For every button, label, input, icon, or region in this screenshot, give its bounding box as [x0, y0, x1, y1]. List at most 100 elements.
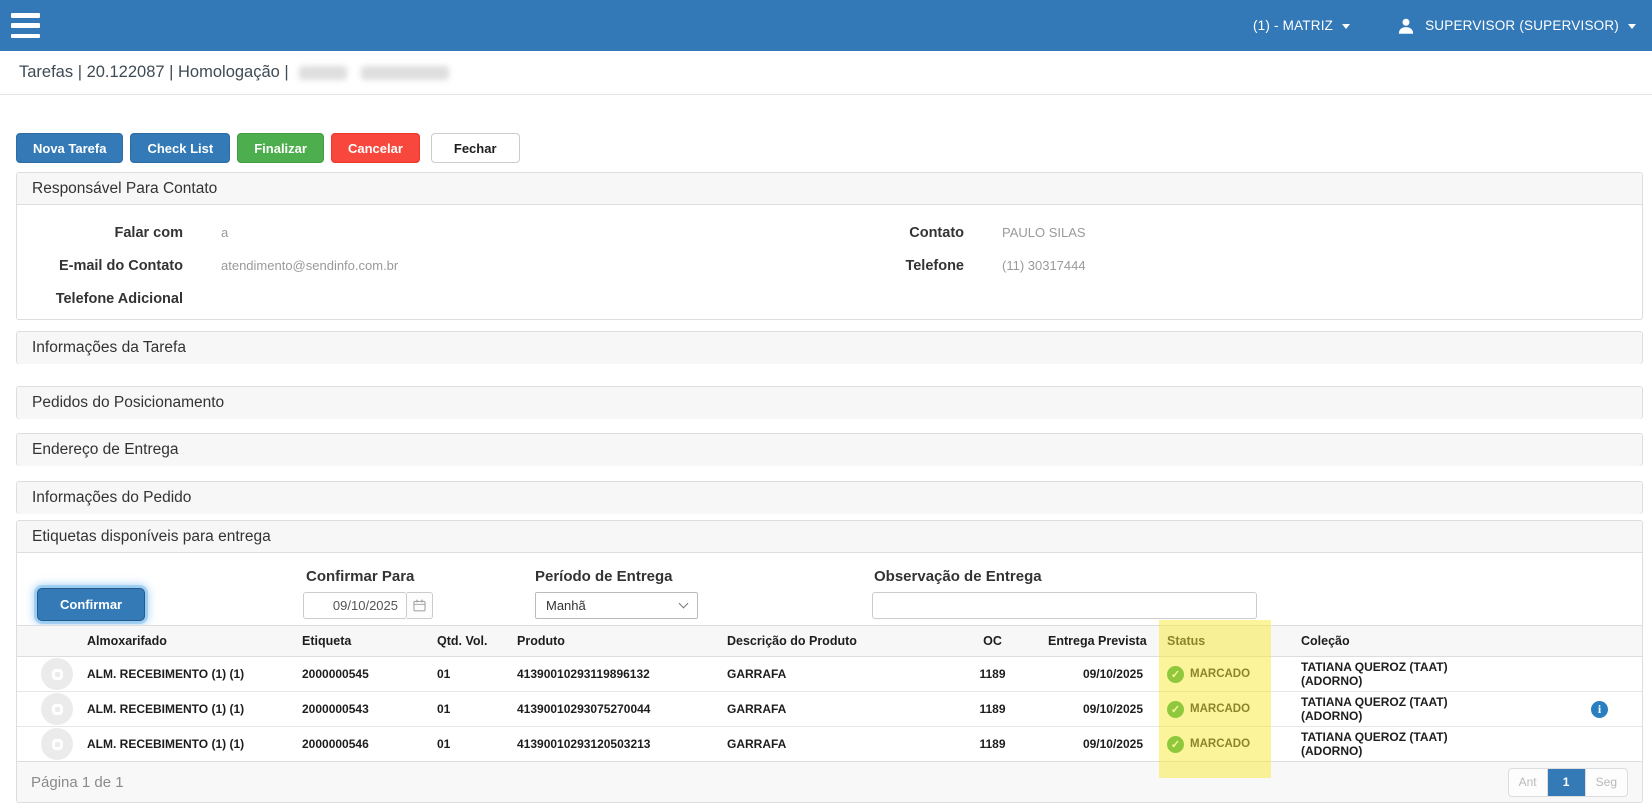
check-circle-icon: ✓ — [1167, 666, 1184, 683]
col-produto: Produto — [505, 626, 715, 657]
cell-oc: 1189 — [945, 657, 1040, 692]
email-contato-label: E-mail do Contato — [17, 258, 183, 274]
cell-etiqueta: 2000000546 — [290, 727, 425, 762]
row-marker-button[interactable] — [41, 728, 73, 760]
breadcrumb-text: Tarefas | 20.122087 | Homologação | — [19, 63, 289, 82]
finalizar-button[interactable]: Finalizar — [237, 133, 324, 163]
col-entrega-prevista: Entrega Prevista — [1040, 626, 1159, 657]
col-almoxarifado: Almoxarifado — [75, 626, 290, 657]
confirmar-para-date-input[interactable] — [303, 592, 407, 619]
panel-etiquetas-entrega: Etiquetas disponíveis para entrega Confi… — [16, 520, 1643, 803]
cell-almoxarifado: ALM. RECEBIMENTO (1) (1) — [75, 692, 290, 727]
telefone-adicional-label: Telefone Adicional — [17, 291, 183, 307]
check-circle-icon: ✓ — [1167, 736, 1184, 753]
telefone-label: Telefone — [767, 258, 964, 274]
col-row-action — [17, 626, 75, 657]
panel-endereco-entrega: Endereço de Entrega — [16, 433, 1643, 466]
col-info — [1491, 626, 1642, 657]
falar-com-label: Falar com — [17, 225, 183, 241]
periodo-entrega-select[interactable]: Manhã — [535, 592, 698, 619]
fechar-button[interactable]: Fechar — [431, 133, 520, 163]
pagination: Ant 1 Seg — [1508, 768, 1628, 797]
nova-tarefa-button[interactable]: Nova Tarefa — [16, 133, 123, 163]
cell-etiqueta: 2000000545 — [290, 657, 425, 692]
col-qtd-vol: Qtd. Vol. — [425, 626, 505, 657]
cell-descricao: GARRAFA — [715, 692, 945, 727]
cell-status: ✓ MARCADO — [1159, 692, 1271, 727]
cell-descricao: GARRAFA — [715, 727, 945, 762]
cell-qtd-vol: 01 — [425, 727, 505, 762]
cell-status: ✓ MARCADO — [1159, 657, 1271, 692]
user-icon — [1396, 16, 1416, 36]
panel-header-informacoes-tarefa[interactable]: Informações da Tarefa — [17, 332, 1642, 364]
cell-produto: 41390010293075270044 — [505, 692, 715, 727]
panel-pedidos-posicionamento: Pedidos do Posicionamento — [16, 386, 1643, 419]
panel-responsavel-contato: Responsável Para Contato Falar com a Con… — [16, 172, 1643, 320]
status-badge: MARCADO — [1190, 668, 1250, 680]
table-header-row: Almoxarifado Etiqueta Qtd. Vol. Produto … — [17, 626, 1642, 657]
pagination-prev-button[interactable]: Ant — [1509, 769, 1547, 796]
calendar-icon[interactable] — [407, 592, 433, 619]
panel-header-responsavel[interactable]: Responsável Para Contato — [17, 173, 1642, 205]
email-contato-value: atendimento@sendinfo.com.br — [183, 258, 767, 273]
status-badge: MARCADO — [1190, 738, 1250, 750]
periodo-entrega-value: Manhã — [546, 598, 586, 613]
menu-hamburger-icon[interactable] — [11, 13, 40, 38]
panel-header-etiquetas[interactable]: Etiquetas disponíveis para entrega — [17, 521, 1642, 553]
cell-descricao: GARRAFA — [715, 657, 945, 692]
company-selector[interactable]: (1) - MATRIZ — [1253, 18, 1350, 33]
cell-status: ✓ MARCADO — [1159, 727, 1271, 762]
panel-header-pedidos-posicionamento[interactable]: Pedidos do Posicionamento — [17, 387, 1642, 419]
cell-produto: 41390010293119896132 — [505, 657, 715, 692]
col-colecao: Coleção — [1271, 626, 1491, 657]
confirmar-button[interactable]: Confirmar — [37, 588, 145, 621]
periodo-entrega-label: Período de Entrega — [535, 568, 673, 585]
contact-form: Falar com a Contato PAULO SILAS E-mail d… — [17, 205, 1642, 315]
observacao-entrega-label: Observação de Entrega — [874, 568, 1042, 585]
chevron-down-icon — [679, 599, 689, 609]
table-row: ALM. RECEBIMENTO (1) (1) 2000000545 01 4… — [17, 657, 1642, 692]
contato-value: PAULO SILAS — [964, 225, 1642, 240]
confirmar-para-label: Confirmar Para — [306, 568, 414, 585]
cell-oc: 1189 — [945, 727, 1040, 762]
info-icon[interactable]: i — [1591, 701, 1608, 718]
pagination-page-1-button[interactable]: 1 — [1547, 769, 1585, 796]
telefone-value: (11) 30317444 — [964, 258, 1642, 273]
breadcrumb-redacted — [361, 66, 449, 80]
cancelar-button[interactable]: Cancelar — [331, 133, 420, 163]
falar-com-value: a — [183, 225, 767, 240]
cell-almoxarifado: ALM. RECEBIMENTO (1) (1) — [75, 727, 290, 762]
chevron-down-icon — [1342, 24, 1350, 29]
cell-entrega-prevista: 09/10/2025 — [1040, 727, 1159, 762]
row-marker-button[interactable] — [41, 693, 73, 725]
cell-qtd-vol: 01 — [425, 692, 505, 727]
cell-etiqueta: 2000000543 — [290, 692, 425, 727]
col-status: Status — [1159, 626, 1271, 657]
company-selector-label: (1) - MATRIZ — [1253, 18, 1333, 33]
cell-qtd-vol: 01 — [425, 657, 505, 692]
panel-header-informacoes-pedido[interactable]: Informações do Pedido — [17, 482, 1642, 514]
observacao-entrega-input[interactable] — [872, 592, 1257, 619]
col-oc: OC — [945, 626, 1040, 657]
chevron-down-icon — [1628, 24, 1636, 29]
check-list-button[interactable]: Check List — [130, 133, 230, 163]
col-descricao-produto: Descrição do Produto — [715, 626, 945, 657]
top-navigation-bar: (1) - MATRIZ SUPERVISOR (SUPERVISOR) — [0, 0, 1652, 51]
user-menu-label: SUPERVISOR (SUPERVISOR) — [1425, 18, 1619, 33]
row-marker-button[interactable] — [41, 658, 73, 690]
col-etiqueta: Etiqueta — [290, 626, 425, 657]
panel-header-endereco-entrega[interactable]: Endereço de Entrega — [17, 434, 1642, 466]
panel-informacoes-tarefa: Informações da Tarefa — [16, 331, 1643, 364]
pagination-next-button[interactable]: Seg — [1585, 769, 1627, 796]
cell-produto: 41390010293120503213 — [505, 727, 715, 762]
check-circle-icon: ✓ — [1167, 701, 1184, 718]
breadcrumb-redacted — [299, 66, 347, 80]
cell-entrega-prevista: 09/10/2025 — [1040, 692, 1159, 727]
cell-colecao: TATIANA QUEROZ (TAAT)(ADORNO) — [1271, 692, 1491, 727]
breadcrumb: Tarefas | 20.122087 | Homologação | — [0, 51, 1652, 95]
status-badge: MARCADO — [1190, 703, 1250, 715]
contato-label: Contato — [767, 225, 964, 241]
table-footer: Página 1 de 1 Ant 1 Seg — [17, 761, 1642, 802]
cell-colecao: TATIANA QUEROZ (TAAT)(ADORNO) — [1271, 727, 1491, 762]
user-menu[interactable]: SUPERVISOR (SUPERVISOR) — [1396, 16, 1636, 36]
